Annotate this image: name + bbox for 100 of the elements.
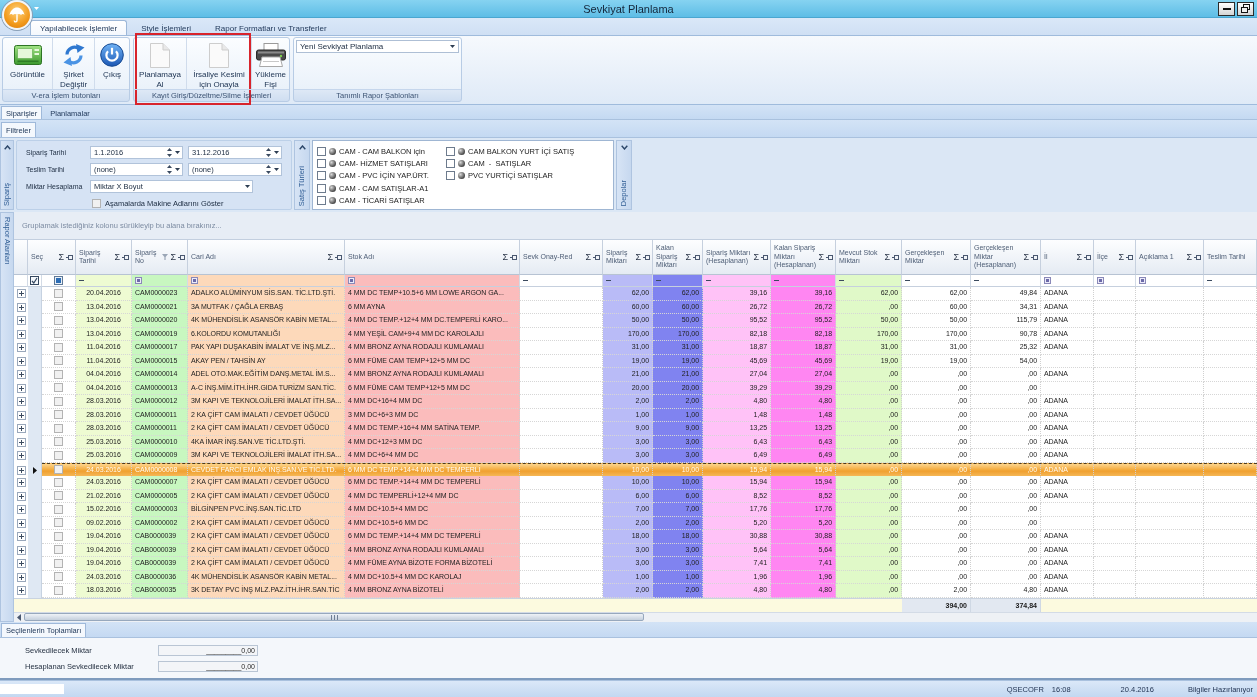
select-all-checkbox[interactable] <box>54 276 63 285</box>
expand-icon[interactable] <box>16 465 26 475</box>
checkbox[interactable] <box>317 159 326 169</box>
checkbox[interactable] <box>92 199 101 208</box>
pin-icon[interactable] <box>761 254 768 260</box>
checkbox[interactable] <box>54 288 63 298</box>
expand-icon[interactable] <box>16 289 26 299</box>
filter-field[interactable] <box>902 275 971 287</box>
pin-icon[interactable] <box>643 254 650 260</box>
expand-icon[interactable] <box>16 505 26 515</box>
app-menu-button[interactable] <box>2 0 32 30</box>
checkbox[interactable] <box>54 342 63 352</box>
filter-field[interactable] <box>653 275 703 287</box>
filter-field[interactable] <box>971 275 1041 287</box>
expand-icon[interactable] <box>16 329 26 339</box>
pin-icon[interactable] <box>1031 254 1038 260</box>
sum-button[interactable]: Σ <box>685 252 691 262</box>
sum-button[interactable]: Σ <box>753 252 759 262</box>
checkbox[interactable] <box>54 545 63 555</box>
pin-icon[interactable] <box>892 254 899 260</box>
filter-field[interactable] <box>1136 275 1204 287</box>
pin-icon[interactable] <box>1084 254 1091 260</box>
checkbox[interactable] <box>54 329 63 339</box>
ribbon-button[interactable]: Çıkış <box>94 38 129 89</box>
ribbon-tab[interactable]: Yapılabilecek İşlemler <box>30 20 128 35</box>
expand-icon[interactable] <box>16 302 26 312</box>
dropdown-field[interactable]: Yeni Sevkiyat Planlama <box>296 40 459 53</box>
checkbox[interactable] <box>54 410 63 420</box>
checkbox[interactable] <box>446 159 455 169</box>
expand-icon[interactable] <box>16 559 26 569</box>
spin-arrows-icon[interactable] <box>266 148 271 157</box>
pin-icon[interactable] <box>178 254 185 260</box>
ribbon-button[interactable]: Planlamaya Al <box>134 38 186 89</box>
caret-down-icon[interactable] <box>34 7 39 10</box>
horizontal-scrollbar[interactable] <box>14 611 1257 622</box>
chevron-down-icon[interactable] <box>620 145 628 150</box>
chevron-up-icon[interactable] <box>298 145 306 150</box>
expand-icon[interactable] <box>16 383 26 393</box>
ribbon-tab[interactable]: Rapor Formatları ve Transferler <box>205 20 337 35</box>
checkbox[interactable] <box>54 504 63 514</box>
sum-button[interactable]: Σ <box>953 252 959 262</box>
checkbox[interactable] <box>446 171 455 181</box>
chevron-up-icon[interactable] <box>3 145 11 150</box>
pin-icon[interactable] <box>1194 254 1201 260</box>
expand-icon[interactable] <box>16 370 26 380</box>
checkbox[interactable] <box>54 531 63 541</box>
checkbox[interactable] <box>317 183 326 193</box>
checkbox[interactable] <box>54 315 63 325</box>
checkbox[interactable] <box>446 146 455 156</box>
pin-icon[interactable] <box>593 254 600 260</box>
ribbon-button[interactable]: Görüntüle <box>3 38 52 89</box>
sum-button[interactable]: Σ <box>635 252 641 262</box>
filter-field[interactable] <box>520 275 603 287</box>
checkbox[interactable] <box>54 477 63 487</box>
filter-field[interactable] <box>703 275 771 287</box>
scrollbar-thumb[interactable] <box>24 613 644 622</box>
checkbox[interactable] <box>54 396 63 406</box>
filter-field[interactable] <box>1041 275 1094 287</box>
scroll-left-icon[interactable] <box>17 613 21 621</box>
pin-icon[interactable] <box>122 254 129 260</box>
filter-field[interactable] <box>188 275 345 287</box>
checkbox[interactable] <box>317 146 326 156</box>
sum-button[interactable]: Σ <box>1076 252 1082 262</box>
filter-field[interactable] <box>771 275 836 287</box>
checkbox[interactable] <box>317 196 326 206</box>
pin-icon[interactable] <box>693 254 700 260</box>
expand-icon[interactable] <box>16 572 26 582</box>
expand-icon[interactable] <box>16 478 26 488</box>
expand-icon[interactable] <box>16 424 26 434</box>
ribbon-button[interactable]: Yükleme Fişi <box>251 38 289 89</box>
expand-icon[interactable] <box>16 316 26 326</box>
expand-icon[interactable] <box>16 545 26 555</box>
checkbox[interactable] <box>54 369 63 379</box>
checkbox[interactable] <box>54 465 63 475</box>
sum-button[interactable]: Σ <box>327 252 333 262</box>
expand-icon[interactable] <box>16 437 26 447</box>
tick-box-icon[interactable] <box>30 276 39 285</box>
sum-button[interactable]: Σ <box>1023 252 1029 262</box>
filter-field[interactable] <box>836 275 902 287</box>
pin-icon[interactable] <box>826 254 833 260</box>
funnel-icon[interactable] <box>162 254 169 260</box>
filter-field[interactable] <box>603 275 653 287</box>
checkbox[interactable] <box>54 558 63 568</box>
ribbon-tab[interactable]: Style İşlemleri <box>131 20 201 35</box>
ribbon-button[interactable]: İrsaliye Kesimi için Onayla <box>186 38 251 89</box>
sum-button[interactable]: Σ <box>170 252 176 262</box>
spin-arrows-icon[interactable] <box>167 165 172 174</box>
checkbox[interactable] <box>317 171 326 181</box>
expand-icon[interactable] <box>16 586 26 596</box>
expand-icon[interactable] <box>16 451 26 461</box>
filter-field[interactable] <box>345 275 520 287</box>
checkbox[interactable] <box>54 302 63 312</box>
spin-arrows-icon[interactable] <box>266 165 271 174</box>
expand-icon[interactable] <box>16 410 26 420</box>
sum-button[interactable]: Σ <box>818 252 824 262</box>
checkbox[interactable] <box>54 450 63 460</box>
checkbox[interactable] <box>54 423 63 433</box>
checkbox[interactable] <box>54 491 63 501</box>
checkbox[interactable] <box>54 437 63 447</box>
sum-button[interactable]: Σ <box>502 252 508 262</box>
